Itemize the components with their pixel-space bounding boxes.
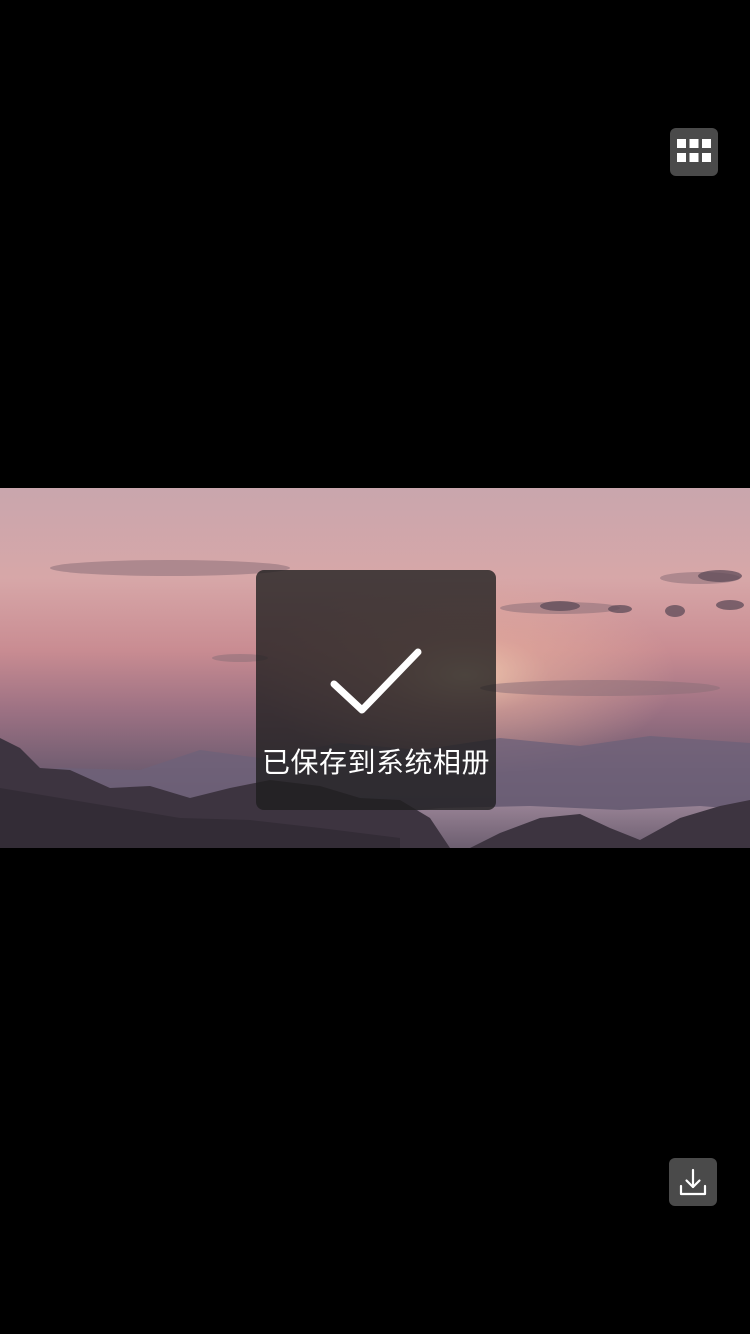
save-success-toast: 已保存到系统相册	[256, 570, 496, 810]
grid-view-button[interactable]	[670, 128, 718, 176]
grid-icon	[677, 139, 711, 162]
image-viewer[interactable]: 已保存到系统相册	[0, 0, 750, 1334]
download-icon	[679, 1168, 707, 1196]
toast-message: 已保存到系统相册	[261, 746, 490, 779]
checkmark-icon	[330, 648, 422, 714]
download-button[interactable]	[669, 1158, 717, 1206]
